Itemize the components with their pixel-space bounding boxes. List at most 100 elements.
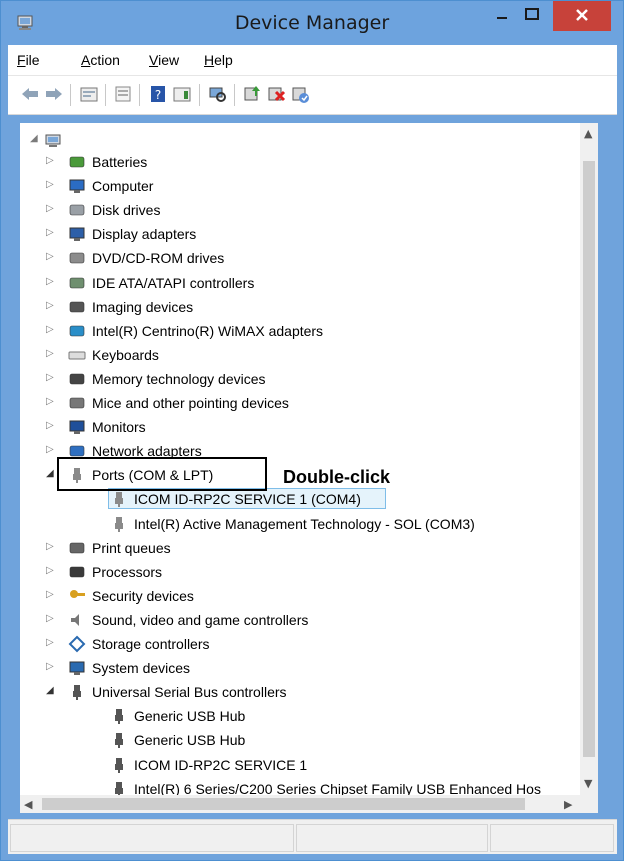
camera-icon [69, 301, 85, 312]
expand-arrow-icon[interactable]: ▷ [46, 180, 56, 190]
speaker-icon [71, 613, 79, 626]
expand-arrow-icon[interactable]: ▷ [46, 589, 56, 600]
tree-item-label: Generic USB Hub [134, 708, 246, 725]
vertical-scroll-thumb[interactable] [583, 161, 595, 757]
collapse-arrow-icon[interactable]: ◢ [46, 469, 56, 479]
menu-action[interactable]: Action [81, 52, 120, 68]
maximize-button[interactable] [517, 1, 547, 31]
tree-item-label: Intel(R) Active Management Technology - … [134, 515, 475, 532]
tree-item-label: ICOM ID-RP2C SERVICE 1 (COM4) [134, 491, 361, 508]
tree-item-label: IDE ATA/ATAPI controllers [92, 274, 255, 291]
usb-icon [115, 781, 123, 795]
scroll-up-icon[interactable]: ▲ [584, 127, 592, 140]
computer-root-icon [45, 134, 61, 147]
minimize-button[interactable] [487, 1, 517, 31]
collapse-arrow-icon[interactable]: ◢ [46, 686, 56, 696]
horizontal-scroll-thumb[interactable] [42, 798, 525, 810]
status-bar [8, 819, 617, 854]
expand-arrow-icon[interactable]: ▷ [46, 204, 56, 214]
tree-item-label: Generic USB Hub [134, 732, 246, 749]
device-manager-window: Device Manager File Action View Help ? ◢… [0, 0, 624, 861]
usb-icon [115, 733, 123, 749]
expand-arrow-icon[interactable]: ▷ [46, 276, 56, 287]
expand-arrow-icon[interactable]: ▷ [46, 348, 56, 359]
expand-arrow-icon[interactable]: ▷ [46, 541, 56, 552]
tree-item-label: Batteries [92, 154, 148, 170]
expand-arrow-icon[interactable]: ▷ [46, 638, 56, 648]
expand-arrow-icon[interactable]: ▷ [46, 662, 56, 672]
tree-item-label: System devices [92, 660, 191, 677]
disk-icon [69, 204, 85, 216]
expand-arrow-icon[interactable]: ▷ [46, 397, 56, 407]
memory-icon [69, 373, 85, 385]
scroll-left-icon[interactable]: ◀ [24, 798, 32, 811]
close-button[interactable] [553, 1, 611, 31]
tree-item-label: DVD/CD-ROM drives [92, 250, 225, 267]
help-icon[interactable]: ? [148, 84, 168, 104]
processor-icon [69, 566, 85, 577]
tree-item-label: Storage controllers [92, 636, 210, 652]
tree-item-label: Universal Serial Bus controllers [92, 684, 287, 701]
forward-icon[interactable] [44, 84, 64, 104]
menu-help-label: elp [214, 52, 233, 68]
expand-arrow-icon[interactable]: ▷ [46, 445, 56, 455]
expand-arrow-icon[interactable]: ▷ [46, 613, 56, 624]
menu-file-mnemonic: F [17, 52, 26, 68]
tree-item-label: Security devices [92, 587, 194, 604]
menu-file-label: ile [25, 52, 40, 68]
mouse-icon [69, 397, 85, 409]
scrollbar-corner [580, 795, 598, 813]
back-icon[interactable] [20, 84, 40, 104]
expand-arrow-icon[interactable]: ▷ [46, 228, 56, 238]
tree-item-label: Sound, video and game controllers [92, 611, 309, 628]
expand-arrow-icon[interactable]: ▷ [46, 565, 56, 576]
horizontal-scrollbar[interactable]: ◀ ▶ [20, 795, 580, 813]
scroll-down-icon[interactable]: ▼ [584, 777, 592, 790]
expand-arrow-icon[interactable]: ▷ [46, 300, 56, 311]
menu-help-mnemonic: H [204, 52, 215, 68]
usb-icon [115, 757, 123, 773]
title-bar[interactable]: Device Manager [1, 1, 623, 45]
expand-arrow-icon[interactable]: ▷ [46, 156, 56, 166]
tree-item-label: Mice and other pointing devices [92, 395, 289, 411]
tree-item-label: Monitors [92, 419, 146, 436]
toolbar: ? [8, 76, 617, 115]
display-icon [69, 227, 85, 242]
monitor-icon [69, 420, 85, 435]
tree-item-label: Print queues [92, 539, 171, 556]
expand-arrow-icon[interactable]: ▷ [46, 372, 56, 383]
status-cell [10, 824, 294, 852]
view-icon[interactable] [172, 84, 192, 104]
expand-arrow-icon[interactable]: ▷ [46, 252, 56, 262]
tree-item-label: Intel(R) Centrino(R) WiMAX adapters [92, 322, 324, 339]
scan-hardware-icon[interactable] [208, 84, 228, 104]
scroll-right-icon[interactable]: ▶ [564, 798, 572, 811]
tree-item-label: Intel(R) 6 Series/C200 Series Chipset Fa… [134, 780, 541, 795]
system-icon [69, 661, 85, 676]
tree-item-label: Processors [92, 563, 163, 580]
vertical-scrollbar[interactable]: ▲ ▼ [580, 123, 598, 795]
expand-arrow-icon[interactable]: ▷ [46, 324, 56, 335]
update-driver-icon[interactable] [242, 84, 262, 104]
close-icon [576, 9, 588, 21]
storage-icon [68, 635, 86, 653]
enable-icon[interactable] [290, 84, 310, 104]
menu-help[interactable]: Help [204, 52, 233, 68]
menu-file[interactable]: File [17, 52, 40, 68]
computer-icon [69, 179, 85, 194]
status-cell [490, 824, 614, 852]
properties-icon[interactable] [79, 84, 99, 104]
collapse-arrow-icon[interactable]: ◢ [30, 134, 40, 144]
toolbar-separator [234, 84, 235, 106]
show-hide-icon[interactable] [113, 84, 133, 104]
uninstall-icon[interactable] [266, 84, 286, 104]
expand-arrow-icon[interactable]: ▷ [46, 421, 56, 431]
menu-action-mnemonic: A [81, 52, 91, 68]
svg-text:?: ? [155, 88, 161, 102]
toolbar-separator [199, 84, 200, 106]
keyboard-icon [68, 351, 86, 360]
tree-item-label: Disk drives [92, 202, 161, 219]
ide-icon [69, 277, 85, 288]
menu-view[interactable]: View [149, 52, 179, 68]
maximize-icon [525, 8, 539, 20]
